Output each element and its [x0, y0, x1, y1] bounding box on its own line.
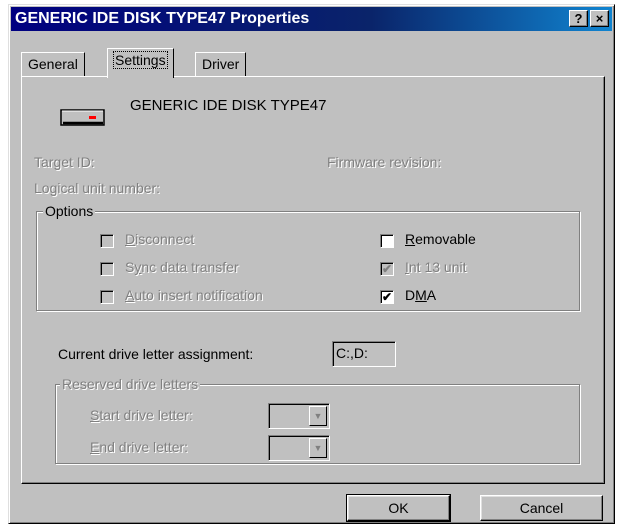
cancel-button[interactable]: Cancel: [480, 495, 603, 521]
sync-data-transfer-checkbox[interactable]: [100, 262, 114, 276]
tab-driver[interactable]: Driver: [195, 52, 247, 76]
removable-checkbox[interactable]: [380, 234, 394, 248]
tab-settings-label: Settings: [113, 51, 168, 69]
drive-letter-label: Current drive letter assignment:: [58, 346, 254, 362]
sync-data-transfer-label: Sync data transfer: [125, 259, 239, 275]
reserved-legend: Reserved drive letters: [60, 375, 201, 393]
options-legend: Options: [43, 202, 96, 220]
title-bar[interactable]: GENERIC IDE DISK TYPE47 Properties ? ×: [11, 7, 612, 31]
device-name: GENERIC IDE DISK TYPE47: [130, 97, 327, 114]
disk-drive-icon: [60, 106, 106, 128]
auto-insert-checkbox[interactable]: [100, 290, 114, 304]
tab-driver-label: Driver: [202, 56, 240, 72]
window-title: GENERIC IDE DISK TYPE47 Properties: [15, 10, 310, 27]
drive-letter-field: C:,D:: [332, 341, 396, 367]
firmware-revision-label: Firmware revision:: [327, 154, 442, 170]
options-groupbox: Options Disconnect Sync data transfer Au…: [36, 202, 580, 311]
help-button[interactable]: ?: [569, 10, 588, 27]
tab-general[interactable]: General: [21, 52, 85, 76]
dma-label: DMA: [405, 287, 437, 303]
chevron-down-icon: ▼: [309, 438, 327, 458]
end-drive-letter-label: End drive letter:: [90, 439, 189, 455]
end-drive-letter-select[interactable]: ▼: [268, 435, 330, 461]
settings-panel: GENERIC IDE DISK TYPE47 Target ID: Firmw…: [21, 76, 605, 484]
reserved-groupbox: Reserved drive letters Start drive lette…: [55, 375, 580, 464]
ok-button[interactable]: OK: [346, 494, 451, 522]
tab-settings[interactable]: Settings: [107, 48, 174, 78]
tab-general-label: General: [28, 56, 78, 72]
start-drive-letter-label: Start drive letter:: [90, 407, 193, 423]
start-drive-letter-select[interactable]: ▼: [268, 403, 330, 429]
dma-checkbox[interactable]: ✔: [380, 290, 394, 304]
chevron-down-icon: ▼: [309, 406, 327, 426]
removable-label: Removable: [405, 231, 476, 247]
properties-dialog: GENERIC IDE DISK TYPE47 Properties ? × G…: [8, 4, 615, 524]
logical-unit-label: Logical unit number:: [34, 180, 161, 196]
close-button[interactable]: ×: [590, 10, 609, 27]
int13-unit-checkbox[interactable]: ✔: [380, 262, 394, 276]
disconnect-text: isconnect: [135, 231, 195, 247]
target-id-label: Target ID:: [34, 154, 95, 170]
auto-insert-label: Auto insert notification: [125, 287, 263, 303]
disconnect-label: Disconnect: [125, 231, 195, 247]
int13-unit-label: Int 13 unit: [405, 259, 467, 275]
disconnect-checkbox[interactable]: [100, 234, 114, 248]
